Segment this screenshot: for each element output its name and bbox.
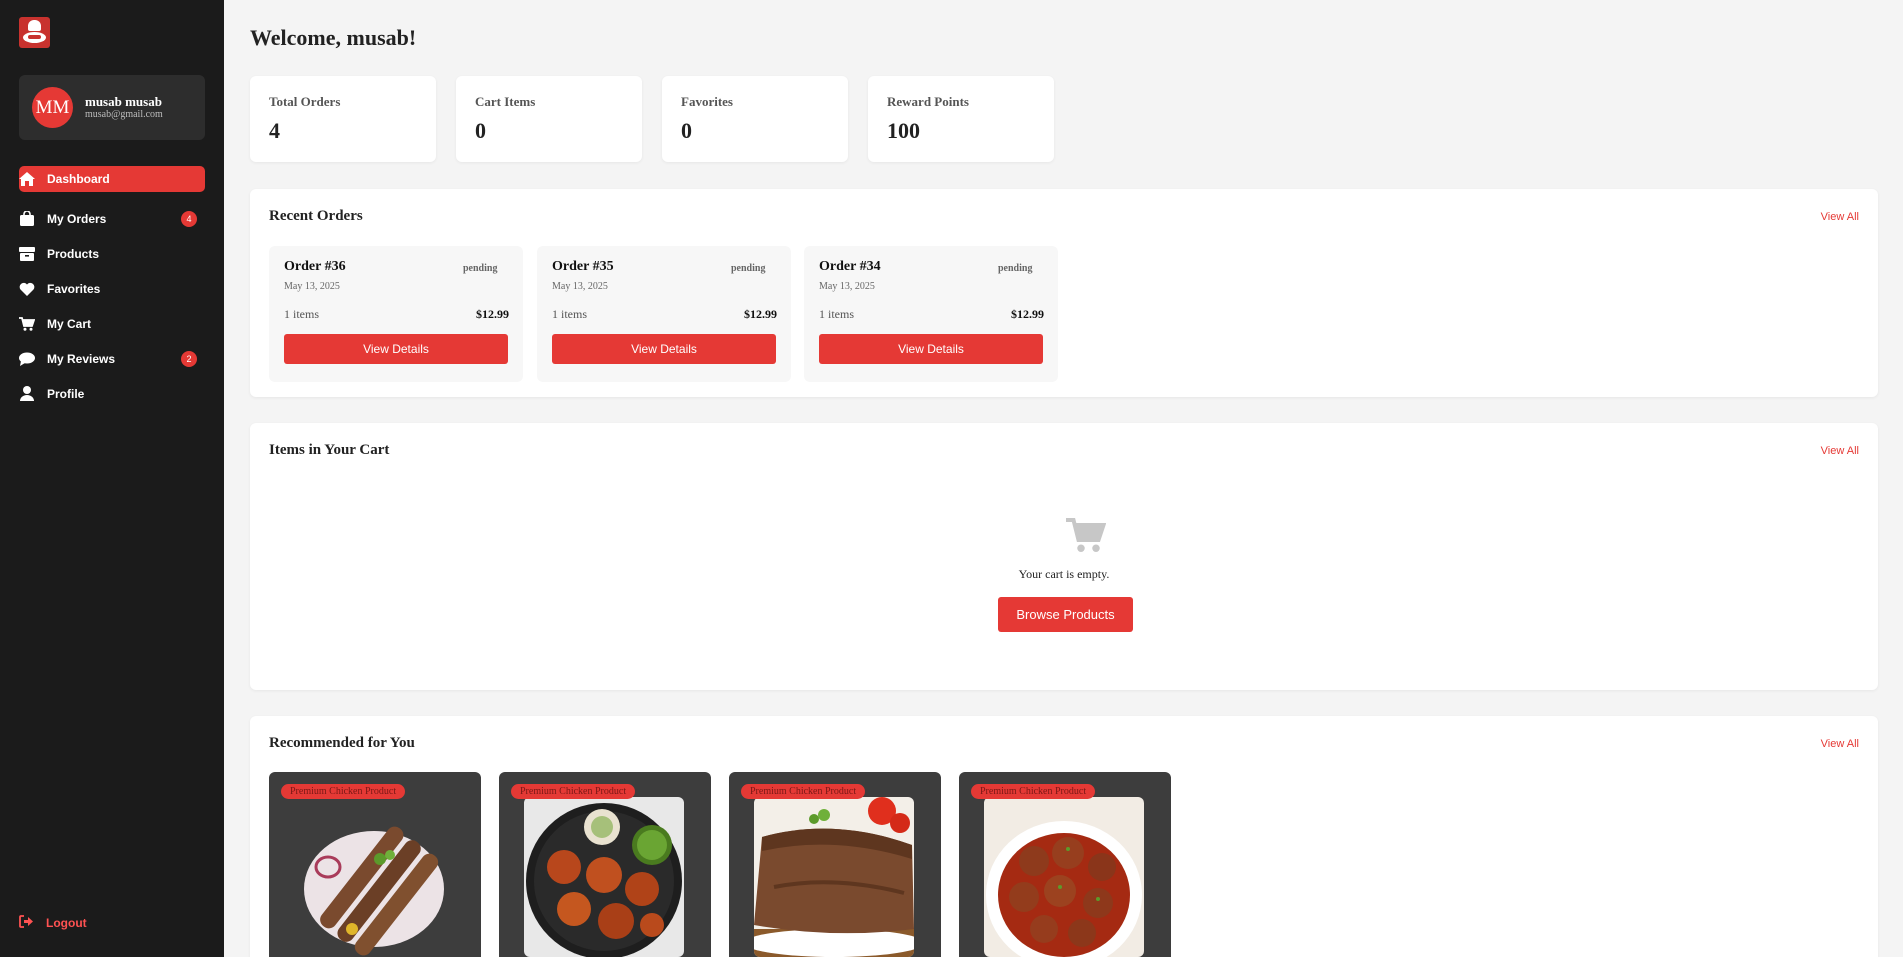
stat-label: Cart Items [475,94,536,109]
order-item-count: 1 items [819,307,854,321]
cart-icon [19,316,35,332]
stat-total-orders: Total Orders 4 [250,76,436,162]
view-all-recommended-link[interactable]: View All [1821,738,1859,750]
sidebar-item-products[interactable]: Products [19,236,205,271]
order-date: May 13, 2025 [819,281,875,292]
main-content: Welcome, musab! Total Orders 4 Cart Item… [224,0,1903,957]
page-title: Welcome, musab! [250,25,417,50]
sidebar-item-label: Dashboard [47,172,110,186]
section-title: Items in Your Cart [269,442,390,458]
sidebar-item-my-orders[interactable]: My Orders 4 [19,201,205,236]
logout-button[interactable]: Logout [19,915,87,931]
order-card: Order #36 pending May 13, 2025 1 items $… [269,246,523,382]
section-title: Recommended for You [269,735,415,751]
order-card: Order #35 pending May 13, 2025 1 items $… [537,246,791,382]
shopping-bag-icon [19,211,35,227]
product-image [524,797,684,957]
plate-icon [23,32,46,43]
home-icon [19,171,35,187]
recent-orders-panel: Recent Orders View All Order #36 pending… [250,189,1878,397]
order-date: May 13, 2025 [552,281,608,292]
sidebar-nav: Dashboard My Orders 4 Products Favorites [0,166,224,411]
sidebar-item-profile[interactable]: Profile [19,376,205,411]
product-tag: Premium Chicken Product [511,784,636,799]
order-item-count: 1 items [284,307,319,321]
sidebar-item-favorites[interactable]: Favorites [19,271,205,306]
view-all-cart-link[interactable]: View All [1821,445,1859,457]
order-date: May 13, 2025 [284,281,340,292]
stat-value: 100 [887,118,920,143]
sidebar: MM musab musab musab@gmail.com Dashboard… [0,0,224,957]
recommended-panel: Recommended for You View All Premium Chi… [250,716,1878,957]
comment-icon [19,351,35,367]
product-card[interactable]: Premium Chicken Product [269,772,481,957]
order-status: pending [731,263,766,274]
box-icon [19,246,35,262]
stat-favorites: Favorites 0 [662,76,848,162]
sidebar-item-my-cart[interactable]: My Cart [19,306,205,341]
view-details-button[interactable]: View Details [284,334,508,364]
sidebar-item-dashboard[interactable]: Dashboard [19,166,205,192]
view-all-orders-link[interactable]: View All [1821,211,1859,223]
product-tag: Premium Chicken Product [741,784,866,799]
sidebar-item-label: Profile [47,386,85,401]
logout-label: Logout [46,916,87,930]
empty-cart-icon [1066,517,1107,558]
order-price: $12.99 [1011,307,1044,321]
sidebar-item-label: Favorites [47,281,101,296]
stat-label: Total Orders [269,94,341,109]
logout-icon [19,915,34,931]
sidebar-item-label: My Cart [47,316,92,331]
order-status: pending [463,263,498,274]
order-card: Order #34 pending May 13, 2025 1 items $… [804,246,1058,382]
sidebar-item-label: Products [47,246,100,261]
stat-value: 4 [269,118,280,143]
stat-value: 0 [681,118,692,143]
product-card[interactable]: Premium Chicken Product [959,772,1171,957]
stat-value: 0 [475,118,486,143]
product-image [754,797,914,957]
sidebar-item-label: My Reviews [47,351,116,366]
orders-count-badge: 4 [181,210,197,227]
stat-label: Reward Points [887,94,969,109]
user-name: musab musab [85,94,162,109]
avatar: MM [32,87,73,128]
reviews-count-badge: 2 [181,350,197,367]
order-title: Order #36 [284,259,346,274]
stat-cart-items: Cart Items 0 [456,76,642,162]
order-price: $12.99 [476,307,509,321]
product-tag: Premium Chicken Product [281,784,406,799]
user-icon [19,386,35,402]
user-card: MM musab musab musab@gmail.com [19,75,205,140]
product-card[interactable]: Premium Chicken Product [729,772,941,957]
order-status: pending [998,263,1033,274]
sidebar-item-my-reviews[interactable]: My Reviews 2 [19,341,205,376]
cart-panel: Items in Your Cart View All Your cart is… [250,423,1878,690]
stat-label: Favorites [681,94,733,109]
chef-hat-icon [28,20,41,31]
view-details-button[interactable]: View Details [819,334,1043,364]
order-price: $12.99 [744,307,777,321]
product-image [294,797,454,957]
sidebar-item-label: My Orders [47,211,107,226]
product-tag: Premium Chicken Product [971,784,1096,799]
product-image [984,797,1144,957]
order-title: Order #35 [552,259,614,274]
order-item-count: 1 items [552,307,587,321]
section-title: Recent Orders [269,208,363,224]
user-email: musab@gmail.com [85,109,163,120]
heart-icon [19,281,35,297]
stat-reward-points: Reward Points 100 [868,76,1054,162]
order-title: Order #34 [819,259,881,274]
browse-products-button[interactable]: Browse Products [998,597,1133,632]
product-card[interactable]: Premium Chicken Product [499,772,711,957]
view-details-button[interactable]: View Details [552,334,776,364]
brand-logo[interactable] [19,17,50,48]
empty-cart-message: Your cart is empty. [1018,567,1110,581]
